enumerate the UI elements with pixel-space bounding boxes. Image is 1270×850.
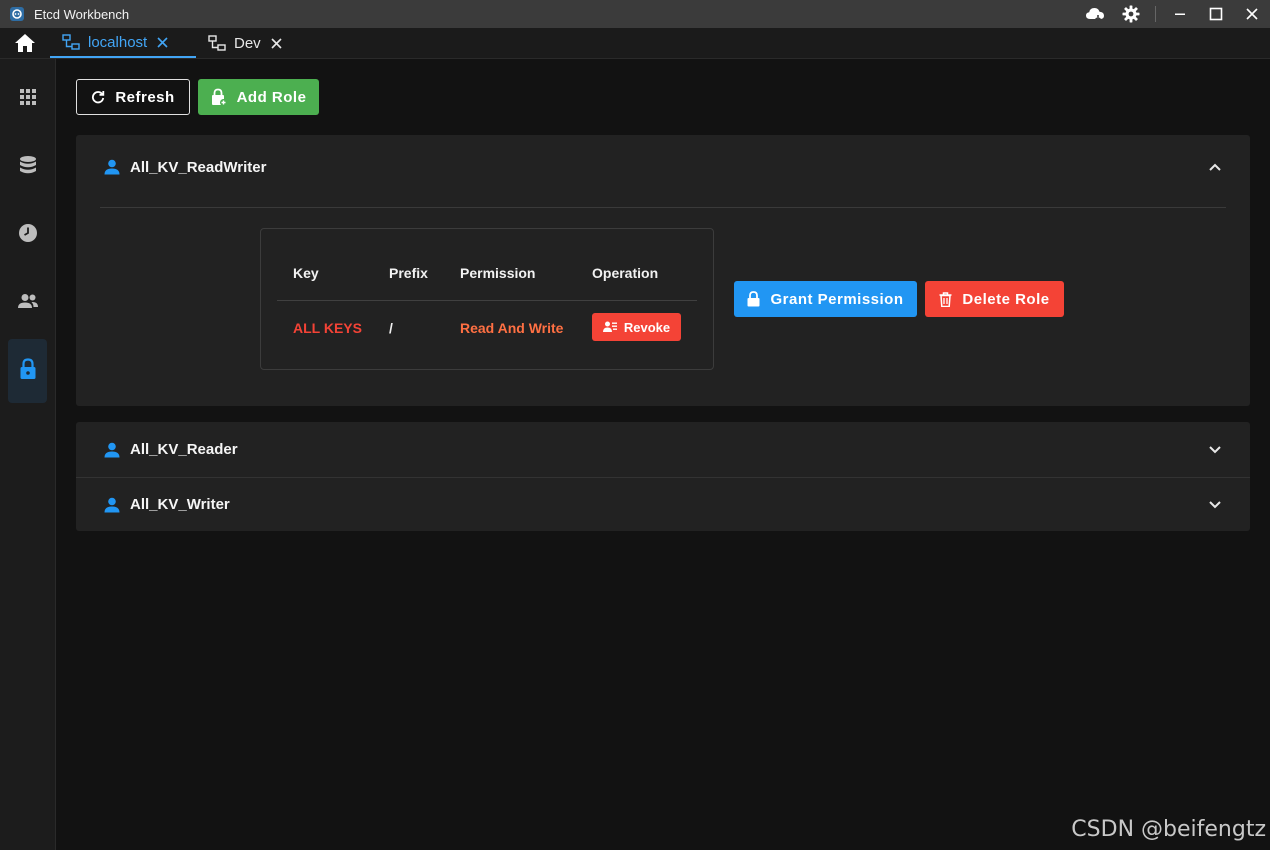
- close-window-icon[interactable]: [1234, 0, 1270, 28]
- add-role-label: Add Role: [236, 88, 307, 106]
- grid-icon: [19, 88, 37, 111]
- cloud-download-icon[interactable]: [1077, 0, 1113, 28]
- panel-divider: [100, 207, 1226, 208]
- server-network-icon: [62, 34, 80, 50]
- sidebar-item-users[interactable]: [8, 271, 47, 335]
- refresh-button[interactable]: Refresh: [76, 79, 190, 115]
- role-panel-group: All_KV_Reader All_KV_Writer: [76, 422, 1250, 531]
- app-title: Etcd Workbench: [34, 6, 130, 22]
- user-icon: [104, 442, 120, 458]
- etcd-logo-icon: [8, 5, 26, 23]
- role-name: All_KV_Writer: [130, 496, 230, 513]
- column-header-operation: Operation: [592, 265, 659, 281]
- cell-key: ALL KEYS: [293, 320, 362, 336]
- gear-icon[interactable]: [1113, 0, 1149, 28]
- close-icon[interactable]: [157, 36, 168, 48]
- revoke-button[interactable]: Revoke: [592, 313, 681, 341]
- cell-permission: Read And Write: [460, 320, 564, 336]
- tab-localhost[interactable]: localhost: [50, 28, 196, 58]
- lock-plus-icon: [211, 88, 227, 106]
- column-header-prefix: Prefix: [389, 265, 428, 281]
- revoke-label: Revoke: [623, 319, 671, 335]
- refresh-label: Refresh: [115, 88, 175, 106]
- title-bar: Etcd Workbench: [0, 0, 1270, 28]
- watermark: CSDN @beifengtz: [1071, 817, 1266, 842]
- cell-prefix: /: [389, 320, 393, 336]
- refresh-icon: [91, 90, 105, 104]
- add-role-button[interactable]: Add Role: [198, 79, 319, 115]
- delete-role-button[interactable]: Delete Role: [925, 281, 1064, 317]
- grant-permission-button[interactable]: Grant Permission: [734, 281, 917, 317]
- lock-icon: [747, 291, 760, 307]
- role-header-all-kv-reader[interactable]: All_KV_Reader: [76, 422, 1250, 477]
- trash-icon: [939, 291, 952, 307]
- lock-icon: [19, 357, 37, 385]
- home-icon[interactable]: [0, 28, 50, 58]
- user-remove-icon: [602, 321, 617, 333]
- chevron-down-icon[interactable]: [1208, 500, 1222, 510]
- role-panel-all-kv-readwriter: All_KV_ReadWriter Key Prefix Permission …: [76, 135, 1250, 406]
- close-icon[interactable]: [271, 37, 282, 49]
- delete-role-label: Delete Role: [962, 290, 1050, 308]
- server-network-icon: [208, 35, 226, 51]
- user-icon: [104, 159, 120, 175]
- sidebar-item-keys[interactable]: [8, 135, 47, 199]
- main-content: Refresh Add Role All_KV_ReadWriter Key P…: [56, 59, 1270, 850]
- chevron-down-icon[interactable]: [1208, 445, 1222, 455]
- grant-permission-label: Grant Permission: [770, 290, 904, 308]
- minimize-icon[interactable]: [1162, 0, 1198, 28]
- database-icon: [19, 155, 37, 180]
- role-header-all-kv-writer[interactable]: All_KV_Writer: [76, 478, 1250, 531]
- tab-bar: localhost Dev: [0, 28, 1270, 59]
- tab-label: localhost: [88, 33, 148, 51]
- sidebar-item-roles[interactable]: [8, 339, 47, 403]
- role-name: All_KV_Reader: [130, 441, 238, 458]
- clock-icon: [18, 223, 38, 248]
- tab-dev[interactable]: Dev: [196, 28, 296, 58]
- sidebar: [0, 59, 56, 850]
- sidebar-item-dashboard[interactable]: [8, 67, 47, 131]
- column-header-key: Key: [293, 265, 319, 281]
- users-icon: [17, 293, 39, 314]
- sidebar-item-leases[interactable]: [8, 203, 47, 267]
- role-header[interactable]: All_KV_ReadWriter: [76, 135, 1250, 199]
- maximize-icon[interactable]: [1198, 0, 1234, 28]
- chevron-up-icon[interactable]: [1208, 162, 1222, 172]
- role-name: All_KV_ReadWriter: [130, 158, 267, 176]
- user-icon: [104, 497, 120, 513]
- tab-label: Dev: [234, 34, 261, 52]
- table-header-divider: [277, 300, 697, 301]
- column-header-permission: Permission: [460, 265, 536, 281]
- permission-table: Key Prefix Permission Operation ALL KEYS…: [260, 228, 714, 370]
- titlebar-divider: [1155, 6, 1156, 22]
